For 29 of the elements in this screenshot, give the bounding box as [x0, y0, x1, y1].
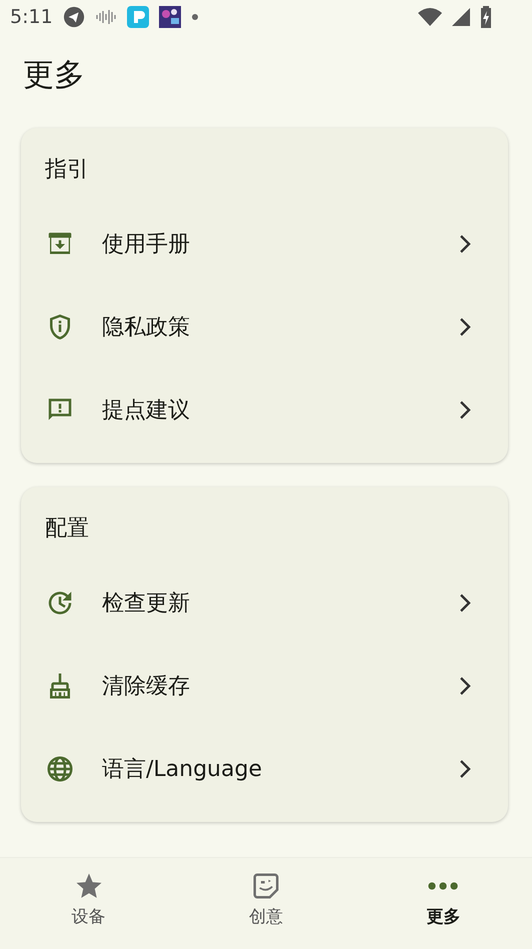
sound-wave-icon: [94, 9, 117, 25]
dot-icon: [190, 13, 199, 21]
menu-item[interactable]: 隐私政策: [21, 285, 508, 368]
chevron-right-icon: [458, 592, 472, 612]
chevron-right-icon: [458, 234, 472, 254]
menu-item[interactable]: 语言/Language: [21, 727, 508, 810]
section-heading: 配置: [44, 515, 90, 543]
chevron-right-icon: [458, 758, 472, 778]
globe-icon: [45, 754, 75, 784]
sticker-smile-icon: [250, 871, 281, 901]
clock: 5:11: [10, 6, 53, 28]
app-icon: [126, 6, 149, 28]
nav-tab[interactable]: 更多: [354, 858, 532, 949]
wifi-icon: [418, 7, 442, 27]
paper-plane-icon: [62, 6, 85, 28]
page-title: 更多: [23, 56, 85, 95]
menu-item[interactable]: 清除缓存: [21, 644, 508, 727]
menu-item[interactable]: 提点建议: [21, 368, 508, 451]
menu-item[interactable]: 检查更新: [21, 561, 508, 644]
chevron-right-icon: [458, 676, 472, 696]
section-heading: 指引: [44, 156, 90, 184]
chevron-right-icon: [458, 400, 472, 420]
battery-icon: [480, 6, 492, 28]
more-icon: [428, 882, 458, 890]
signal-icon: [452, 8, 470, 26]
nav-tab[interactable]: 设备: [0, 858, 178, 949]
menu-item[interactable]: 使用手册: [21, 202, 508, 285]
chevron-right-icon: [458, 316, 472, 336]
nav-tab[interactable]: 创意: [177, 858, 355, 949]
